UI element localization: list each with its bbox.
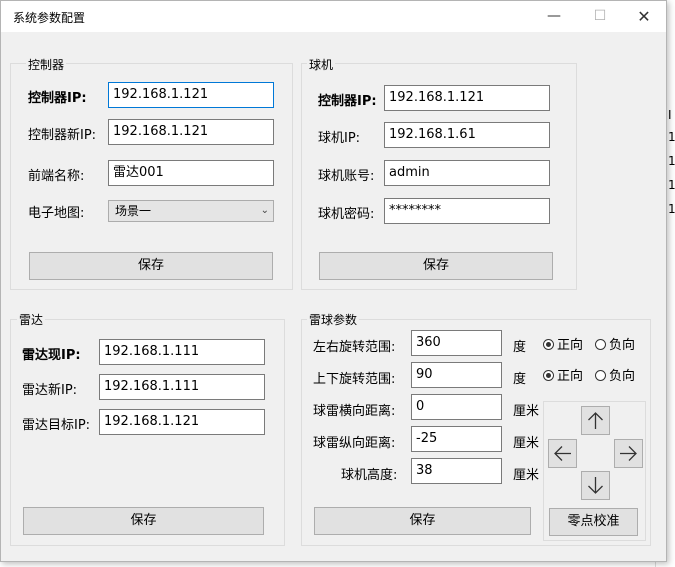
tilt-forward-radio[interactable]: 正向 (543, 365, 583, 384)
dome-height-input[interactable]: 38 (411, 458, 502, 484)
h-distance-input[interactable]: 0 (411, 394, 502, 420)
arrow-up-icon (588, 412, 603, 429)
controller-ip-input[interactable]: 192.168.1.121 (108, 82, 274, 108)
background-text: 1 (668, 178, 675, 192)
pan-range-input[interactable]: 360 (411, 330, 502, 356)
radar-target-ip-input[interactable]: 192.168.1.121 (99, 409, 265, 435)
arrow-left-button[interactable] (548, 439, 577, 468)
v-distance-input[interactable]: -25 (411, 426, 502, 452)
radio-unchecked-icon (595, 370, 606, 381)
arrow-up-button[interactable] (581, 406, 610, 435)
radar-current-ip-label: 雷达现IP: (22, 348, 81, 363)
radar-dome-save-button[interactable]: 保存 (314, 507, 531, 535)
background-text: I (668, 108, 672, 122)
pan-reverse-label: 负向 (609, 338, 636, 353)
radio-unchecked-icon (595, 339, 606, 350)
radar-group-title: 雷达 (17, 311, 46, 328)
window-title: 系统参数配置 (13, 11, 86, 25)
radio-checked-icon (543, 339, 554, 350)
controller-new-ip-input[interactable]: 192.168.1.121 (108, 119, 274, 145)
radio-checked-icon (543, 370, 554, 381)
v-distance-unit: 厘米 (513, 436, 540, 451)
radar-new-ip-label: 雷达新IP: (22, 383, 78, 398)
dome-ip-label: 球机IP: (318, 131, 361, 146)
tilt-unit: 度 (513, 372, 527, 387)
controller-ip-label: 控制器IP: (28, 91, 87, 106)
controller-new-ip-label: 控制器新IP: (28, 128, 97, 143)
dome-account-label: 球机账号: (318, 169, 375, 184)
radar-save-button[interactable]: 保存 (23, 507, 264, 535)
dome-password-input[interactable]: ******** (384, 198, 550, 224)
radar-target-ip-label: 雷达目标IP: (22, 418, 91, 433)
arrow-down-button[interactable] (581, 471, 610, 500)
h-distance-unit: 厘米 (513, 404, 540, 419)
arrow-right-button[interactable] (614, 439, 643, 468)
background-text: 1 (668, 130, 675, 144)
close-button[interactable]: ✕ (621, 1, 667, 32)
pan-unit: 度 (513, 340, 527, 355)
pan-reverse-radio[interactable]: 负向 (595, 334, 635, 353)
zero-calibrate-button[interactable]: 零点校准 (549, 508, 638, 536)
frontend-name-label: 前端名称: (28, 169, 85, 184)
controller-save-button[interactable]: 保存 (29, 252, 273, 280)
pan-forward-label: 正向 (557, 338, 584, 353)
dome-controller-ip-input[interactable]: 192.168.1.121 (384, 85, 550, 111)
dome-height-label: 球机高度: (341, 468, 398, 483)
map-select-value: 场景一 (115, 204, 152, 218)
dome-password-label: 球机密码: (318, 207, 375, 222)
radar-dome-group-title: 雷球参数 (307, 311, 360, 328)
v-distance-label: 球雷纵向距离: (313, 436, 396, 451)
frontend-name-input[interactable]: 雷达001 (108, 160, 274, 186)
tilt-forward-label: 正向 (557, 369, 584, 384)
dome-account-input[interactable]: admin (384, 160, 550, 186)
tilt-range-input[interactable]: 90 (411, 362, 502, 388)
h-distance-label: 球雷横向距离: (313, 404, 396, 419)
minimize-button[interactable]: — (531, 1, 577, 32)
map-label: 电子地图: (28, 206, 85, 221)
arrow-left-icon (554, 446, 571, 461)
pan-forward-radio[interactable]: 正向 (543, 334, 583, 353)
dome-height-unit: 厘米 (513, 468, 540, 483)
chevron-down-icon: ⌄ (260, 205, 269, 216)
dome-save-button[interactable]: 保存 (319, 252, 553, 280)
title-bar: 系统参数配置 — ☐ ✕ (1, 1, 666, 32)
tilt-reverse-label: 负向 (609, 369, 636, 384)
controller-group-title: 控制器 (26, 56, 67, 73)
background-text: 1 (668, 202, 675, 216)
dome-ip-input[interactable]: 192.168.1.61 (384, 122, 550, 148)
settings-dialog: 系统参数配置 — ☐ ✕ 控制器 控制器IP: 192.168.1.121 控制… (0, 0, 667, 562)
dome-group-title: 球机 (307, 56, 336, 73)
radar-new-ip-input[interactable]: 192.168.1.111 (99, 374, 265, 400)
tilt-reverse-radio[interactable]: 负向 (595, 365, 635, 384)
dome-controller-ip-label: 控制器IP: (318, 94, 377, 109)
maximize-button[interactable]: ☐ (577, 1, 623, 32)
arrow-down-icon (588, 477, 603, 494)
arrow-right-icon (620, 446, 637, 461)
radar-current-ip-input[interactable]: 192.168.1.111 (99, 339, 265, 365)
background-text: 1 (668, 154, 675, 168)
tilt-range-label: 上下旋转范围: (313, 372, 396, 387)
pan-range-label: 左右旋转范围: (313, 340, 396, 355)
map-select[interactable]: 场景一 ⌄ (108, 200, 274, 222)
